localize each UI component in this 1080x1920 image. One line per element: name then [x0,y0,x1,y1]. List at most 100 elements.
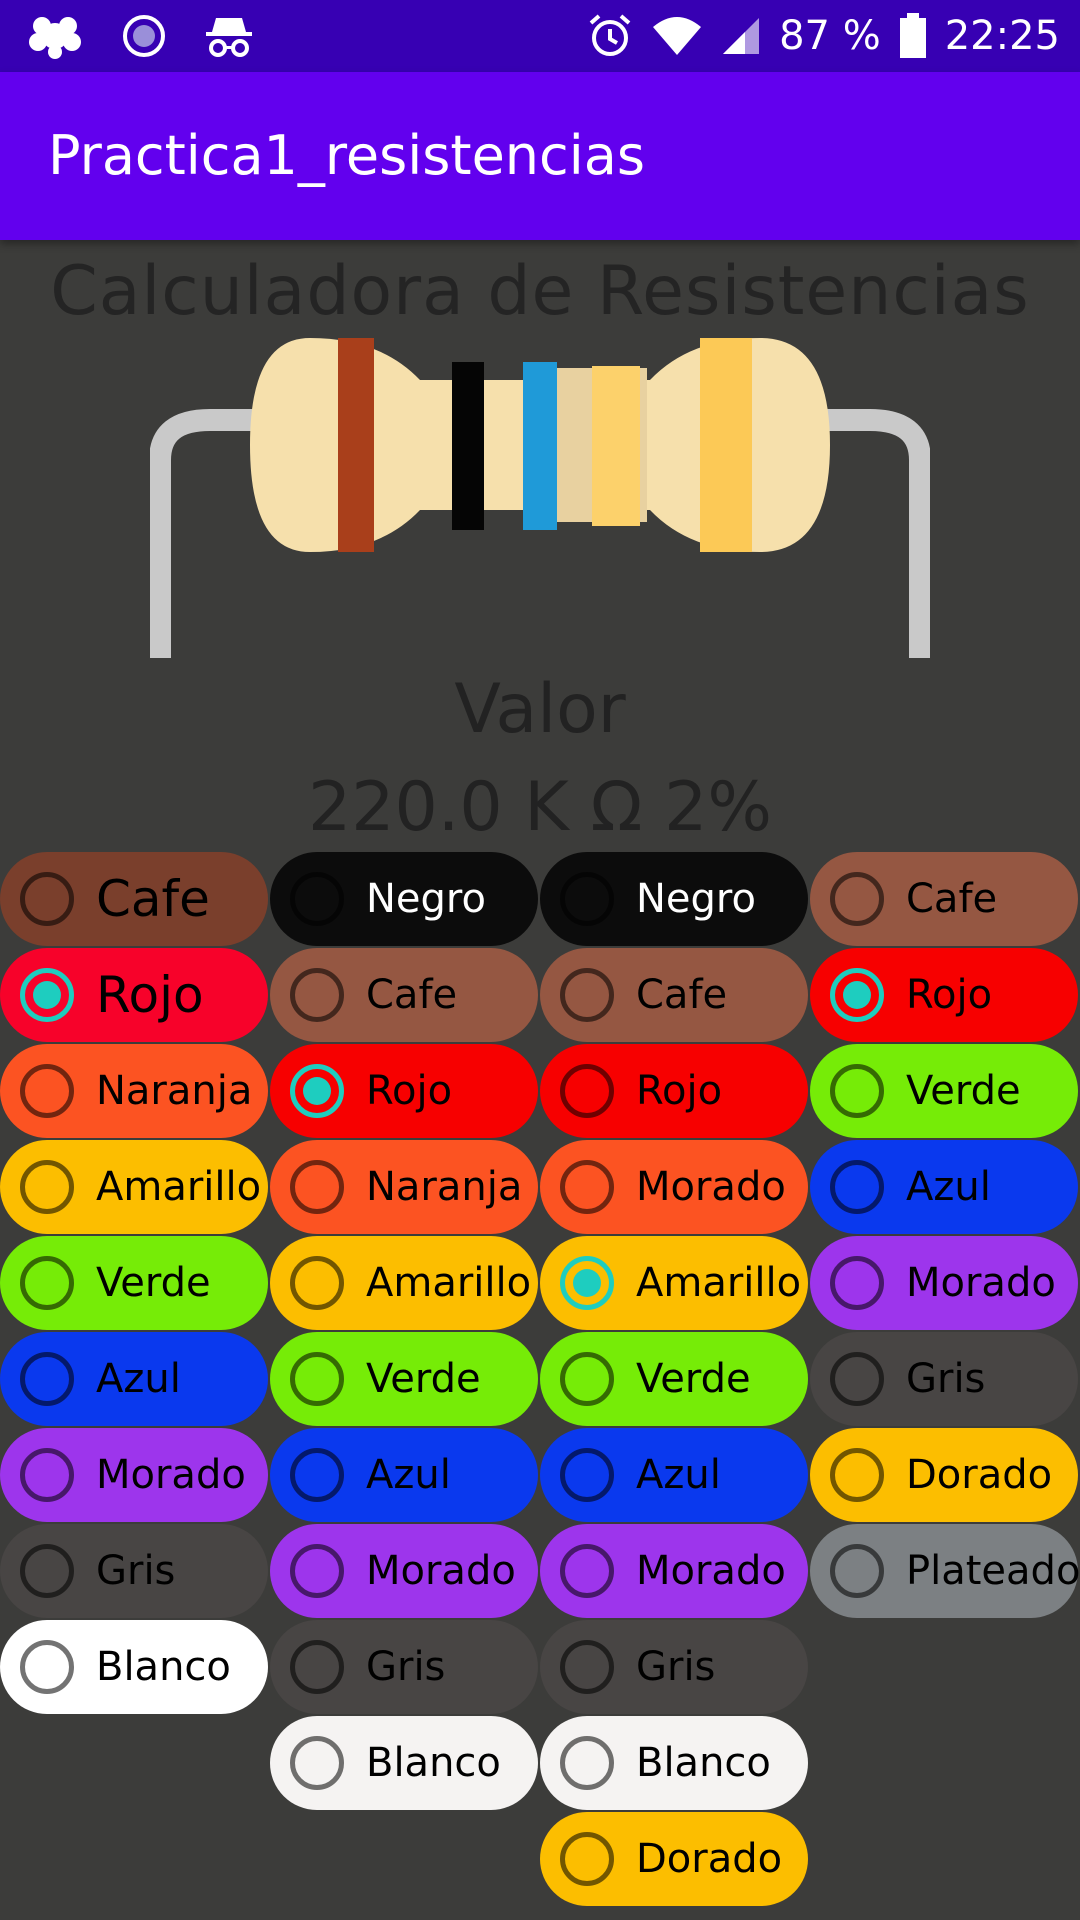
radio-button-icon[interactable] [830,1064,884,1118]
radio-button-icon[interactable] [830,1256,884,1310]
radio-option-label: Morado [636,1164,786,1210]
radio-option-gris[interactable]: Gris [810,1332,1078,1426]
radio-option-label: Amarillo [96,1164,262,1210]
radio-option-naranja[interactable]: Naranja [0,1044,268,1138]
radio-option-dorado[interactable]: Dorado [810,1428,1078,1522]
radio-button-icon[interactable] [290,1448,344,1502]
radio-button-icon[interactable] [830,1544,884,1598]
radio-button-icon[interactable] [830,1160,884,1214]
radio-option-azul[interactable]: Azul [270,1428,538,1522]
radio-button-icon[interactable] [20,1064,74,1118]
radio-option-azul[interactable]: Azul [540,1428,808,1522]
radio-option-label: Rojo [906,972,993,1018]
radio-button-icon[interactable] [20,968,74,1022]
radio-button-icon[interactable] [290,1544,344,1598]
radio-button-icon[interactable] [290,1640,344,1694]
radio-option-rojo[interactable]: Rojo [0,948,268,1042]
radio-option-plateado[interactable]: Plateado [810,1524,1080,1618]
radio-button-icon[interactable] [290,1256,344,1310]
radio-option-label: Naranja [96,1068,253,1114]
radio-option-amarillo[interactable]: Amarillo [0,1140,268,1234]
radio-button-icon[interactable] [560,1160,614,1214]
radio-option-morado[interactable]: Morado [270,1524,538,1618]
radio-option-negro[interactable]: Negro [540,852,808,946]
radio-option-label: Naranja [366,1164,523,1210]
radio-option-morado[interactable]: Morado [540,1524,808,1618]
app-bar: Practica1_resistencias [0,72,1080,240]
radio-option-morado[interactable]: Morado [540,1140,808,1234]
radio-option-rojo[interactable]: Rojo [810,948,1078,1042]
radio-option-rojo[interactable]: Rojo [270,1044,538,1138]
radio-option-azul[interactable]: Azul [810,1140,1078,1234]
battery-icon [899,13,926,58]
radio-button-icon[interactable] [20,1544,74,1598]
radio-option-label: Cafe [366,972,458,1018]
radio-option-gris[interactable]: Gris [0,1524,268,1618]
radio-button-icon[interactable] [20,1160,74,1214]
radio-button-icon[interactable] [560,1736,614,1790]
radio-option-cafe[interactable]: Cafe [810,852,1078,946]
radio-button-icon[interactable] [560,1448,614,1502]
radio-button-icon[interactable] [560,1640,614,1694]
band-1 [338,338,374,552]
radio-option-verde[interactable]: Verde [270,1332,538,1426]
radio-button-icon[interactable] [290,1352,344,1406]
radio-option-morado[interactable]: Morado [810,1236,1078,1330]
radio-button-icon[interactable] [290,872,344,926]
radio-button-icon[interactable] [290,968,344,1022]
radio-option-verde[interactable]: Verde [0,1236,268,1330]
band-2 [452,362,484,530]
radio-option-label: Azul [636,1452,721,1498]
radio-option-label: Morado [96,1452,246,1498]
radio-option-amarillo[interactable]: Amarillo [540,1236,808,1330]
radio-option-label: Gris [906,1356,986,1402]
radio-option-verde[interactable]: Verde [540,1332,808,1426]
radio-option-dorado[interactable]: Dorado [540,1812,808,1906]
radio-button-icon[interactable] [20,1640,74,1694]
radio-option-gris[interactable]: Gris [270,1620,538,1714]
radio-option-rojo[interactable]: Rojo [540,1044,808,1138]
radio-option-label: Rojo [366,1068,453,1114]
radio-option-blanco[interactable]: Blanco [0,1620,268,1714]
radio-button-icon[interactable] [830,872,884,926]
radio-button-icon[interactable] [20,1256,74,1310]
radio-button-icon[interactable] [290,1736,344,1790]
radio-option-cafe[interactable]: Cafe [540,948,808,1042]
radio-option-cafe[interactable]: Cafe [270,948,538,1042]
radio-option-label: Verde [906,1068,1021,1114]
radio-option-amarillo[interactable]: Amarillo [270,1236,538,1330]
radio-option-label: Gris [366,1644,446,1690]
radio-button-icon[interactable] [560,1064,614,1118]
alarm-icon [589,14,631,56]
radio-button-icon[interactable] [560,1544,614,1598]
band-4 [592,366,640,526]
radio-button-icon[interactable] [20,1448,74,1502]
radio-button-icon[interactable] [830,1448,884,1502]
radio-button-icon[interactable] [830,1352,884,1406]
radio-option-negro[interactable]: Negro [270,852,538,946]
radio-button-icon[interactable] [560,1832,614,1886]
radio-option-label: Azul [96,1356,181,1402]
radio-option-verde[interactable]: Verde [810,1044,1078,1138]
radio-button-icon[interactable] [830,968,884,1022]
radio-option-cafe[interactable]: Cafe [0,852,268,946]
radio-option-naranja[interactable]: Naranja [270,1140,538,1234]
radio-button-icon[interactable] [560,968,614,1022]
radio-button-icon[interactable] [560,872,614,926]
radio-button-icon[interactable] [560,1352,614,1406]
radio-button-icon[interactable] [20,1352,74,1406]
radio-option-morado[interactable]: Morado [0,1428,268,1522]
radio-option-label: Blanco [366,1740,501,1786]
radio-option-gris[interactable]: Gris [540,1620,808,1714]
radio-option-blanco[interactable]: Blanco [270,1716,538,1810]
radio-button-icon[interactable] [560,1256,614,1310]
radio-option-blanco[interactable]: Blanco [540,1716,808,1810]
radio-option-label: Plateado [906,1548,1080,1594]
radio-option-label: Cafe [636,972,728,1018]
radio-button-icon[interactable] [290,1160,344,1214]
resistance-value: 220.0 K Ω 2% [308,768,772,847]
radio-option-label: Dorado [636,1836,783,1882]
radio-button-icon[interactable] [290,1064,344,1118]
radio-button-icon[interactable] [20,872,74,926]
radio-option-azul[interactable]: Azul [0,1332,268,1426]
